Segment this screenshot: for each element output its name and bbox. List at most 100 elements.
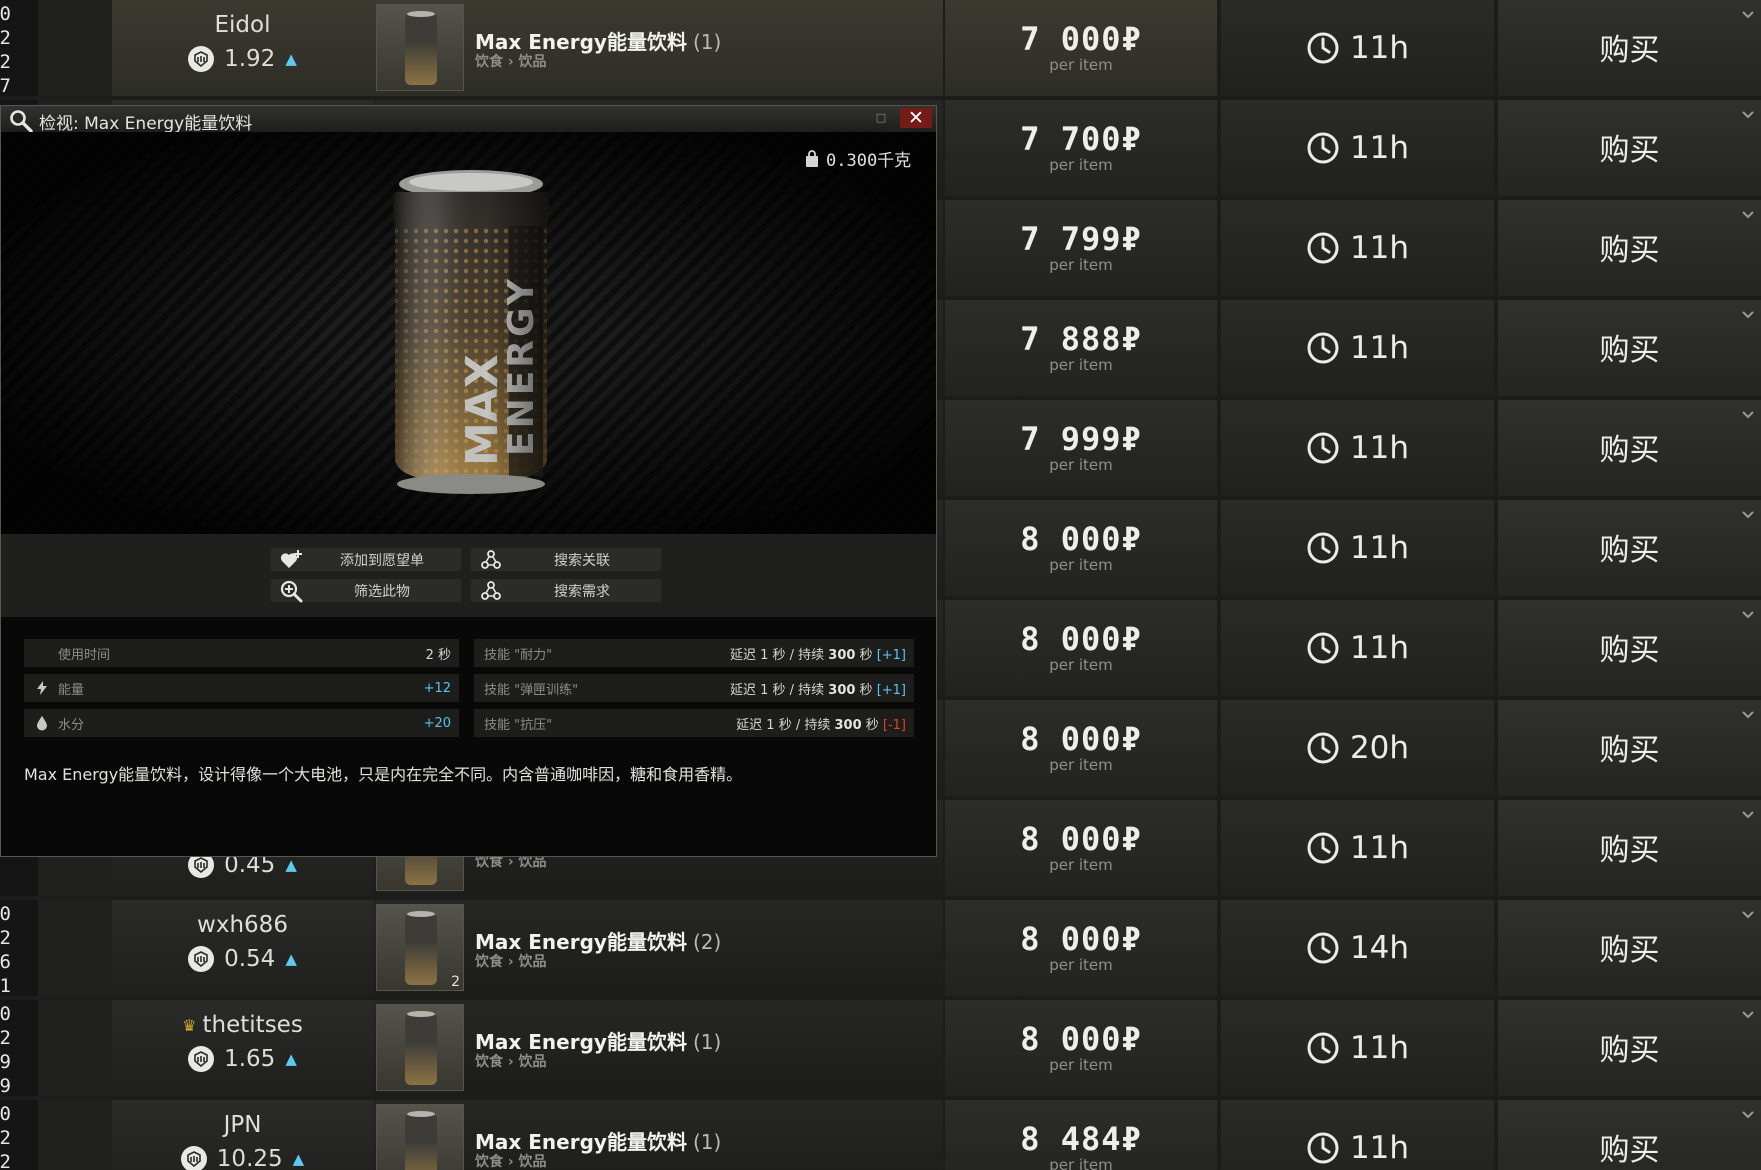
price-cell: 8 000₽ per item	[945, 700, 1217, 796]
offer-id-fragment: 20	[0, 903, 11, 925]
stat-energy-label: 能量	[58, 682, 85, 698]
clock-icon	[1307, 732, 1339, 764]
buy-button[interactable]: 购买	[1498, 0, 1761, 96]
trader-name[interactable]: ♛ thetitses	[182, 1012, 303, 1038]
buy-button[interactable]: 购买	[1498, 200, 1761, 296]
search-required-button[interactable]: 搜索需求	[471, 579, 661, 602]
heart-plus-icon	[280, 549, 302, 568]
chevron-down-icon[interactable]	[1741, 408, 1755, 422]
add-to-wishlist-button[interactable]: 添加到愿望单	[271, 548, 461, 571]
inspect-title-bar[interactable]: 检视: Max Energy能量饮料 □ ✕	[1, 106, 936, 134]
item-category: 饮食 › 饮品	[475, 54, 547, 70]
expiry-cell: 11h	[1221, 600, 1494, 696]
price-unit: per item	[1049, 156, 1113, 174]
trader-name[interactable]: Eidol	[215, 12, 271, 38]
offer-price: 8 484₽	[1020, 1120, 1142, 1158]
weight-icon	[806, 149, 818, 167]
chevron-down-icon[interactable]	[1741, 308, 1755, 322]
clock-icon	[1307, 932, 1339, 964]
expiry-cell: 20h	[1221, 700, 1494, 796]
clock-icon	[1307, 232, 1339, 264]
chevron-down-icon[interactable]	[1741, 508, 1755, 522]
stat-energy: 能量 +12	[24, 674, 459, 702]
price-cell: 7 799₽ per item	[945, 200, 1217, 296]
item-preview[interactable]: 0.300千克 ENERGY MAX	[1, 132, 936, 534]
price-unit: per item	[1049, 1156, 1113, 1170]
buy-button[interactable]: 购买	[1498, 800, 1761, 896]
price-unit: per item	[1049, 656, 1113, 674]
buy-button[interactable]: 购买	[1498, 500, 1761, 596]
filter-by-item-button[interactable]: 筛选此物	[271, 579, 461, 602]
expiry-cell: 11h	[1221, 200, 1494, 296]
offer-row[interactable]: 209212JPN10.25▲Max Energy能量饮料(1)饮食 › 饮品8…	[0, 1100, 1761, 1170]
offer-id-fragment: 20	[0, 1103, 11, 1125]
water-drop-icon	[37, 716, 47, 731]
offer-price: 8 000₽	[1020, 820, 1142, 858]
chevron-down-icon[interactable]	[1741, 108, 1755, 122]
chevron-down-icon[interactable]	[1741, 8, 1755, 22]
buy-button[interactable]: 购买	[1498, 1100, 1761, 1170]
stat-skill-effect: 延迟 1 秒 / 持续 300 秒 [+1]	[729, 647, 906, 663]
trader-name[interactable]: JPN	[224, 1112, 262, 1138]
price-unit: per item	[1049, 256, 1113, 274]
stat-use-time: 使用时间 2 秒	[24, 639, 459, 667]
stat-water-label: 水分	[58, 717, 85, 733]
price-cell: 8 000₽ per item	[945, 900, 1217, 996]
item-thumbnail[interactable]	[376, 1004, 464, 1091]
crown-icon: ♛	[182, 1015, 197, 1035]
price-cell: 8 000₽ per item	[945, 600, 1217, 696]
chevron-down-icon[interactable]	[1741, 1108, 1755, 1122]
expiry-time: 11h	[1349, 230, 1410, 266]
item-thumbnail[interactable]	[376, 1104, 464, 1170]
offer-price: 7 000₽	[1020, 20, 1142, 58]
chevron-down-icon[interactable]	[1741, 908, 1755, 922]
chevron-down-icon[interactable]	[1741, 808, 1755, 822]
chevron-down-icon[interactable]	[1741, 1008, 1755, 1022]
chevron-down-icon[interactable]	[1741, 708, 1755, 722]
item-weight: 0.300千克	[804, 146, 911, 171]
arrow-up-icon: ▲	[285, 50, 297, 68]
stat-water: 水分 +20	[24, 709, 459, 737]
trader-rating: 0.54 ▲	[112, 946, 373, 972]
expiry-time: 11h	[1349, 130, 1410, 166]
offer-price: 8 000₽	[1020, 620, 1142, 658]
clock-icon	[1307, 332, 1339, 364]
buy-button[interactable]: 购买	[1498, 100, 1761, 196]
expiry-time: 11h	[1349, 630, 1410, 666]
search-related-button[interactable]: 搜索关联	[471, 548, 661, 571]
buy-button[interactable]: 购买	[1498, 1000, 1761, 1096]
buy-button[interactable]: 购买	[1498, 600, 1761, 696]
chevron-down-icon[interactable]	[1741, 608, 1755, 622]
expiry-cell: 11h	[1221, 0, 1494, 96]
item-thumbnail[interactable]: 2	[376, 904, 464, 991]
buy-label: 购买	[1599, 1033, 1660, 1068]
stat-use-time-value: 2 秒	[425, 647, 451, 663]
offer-price: 7 700₽	[1020, 120, 1142, 158]
stat-skill-effect: 延迟 1 秒 / 持续 300 秒 [+1]	[729, 682, 906, 698]
add-to-wishlist-label: 添加到愿望单	[340, 552, 424, 569]
offer-price: 8 000₽	[1020, 720, 1142, 758]
offer-id-fragment: 61	[0, 975, 11, 996]
buy-button[interactable]: 购买	[1498, 900, 1761, 996]
trader-cell: wxh686 0.54 ▲	[112, 900, 373, 996]
price-unit: per item	[1049, 356, 1113, 374]
search-required-label: 搜索需求	[554, 583, 610, 600]
buy-button[interactable]: 购买	[1498, 300, 1761, 396]
item-thumbnail[interactable]	[376, 4, 464, 91]
minimize-button[interactable]: □	[875, 112, 887, 124]
offer-row[interactable]: 20920247 Eidol 1.92 ▲ Max Energy能量饮料(1)饮食 › …	[0, 0, 1761, 96]
buy-button[interactable]: 购买	[1498, 700, 1761, 796]
trader-name[interactable]: wxh686	[197, 912, 288, 938]
item-category: 饮食 › 饮品	[475, 954, 547, 970]
trader-cell: JPN 10.25 ▲	[112, 1100, 373, 1170]
chevron-down-icon[interactable]	[1741, 208, 1755, 222]
buy-button[interactable]: 购买	[1498, 400, 1761, 496]
rating-badge-icon	[188, 946, 215, 972]
offer-row[interactable]: 20929949 ♛thetitses 1.65 ▲ Max Energy能量饮料(1)…	[0, 1000, 1761, 1096]
price-cell: 8 000₽ per item	[945, 500, 1217, 596]
expiry-cell: 11h	[1221, 500, 1494, 596]
offer-row[interactable]: 20929661 wxh686 0.54 ▲ 2Max Energy能量饮料(2)饮食 …	[0, 900, 1761, 996]
offer-id-fragment: 92	[0, 1027, 11, 1049]
close-button[interactable]: ✕	[900, 108, 932, 128]
buy-label: 购买	[1599, 633, 1660, 668]
